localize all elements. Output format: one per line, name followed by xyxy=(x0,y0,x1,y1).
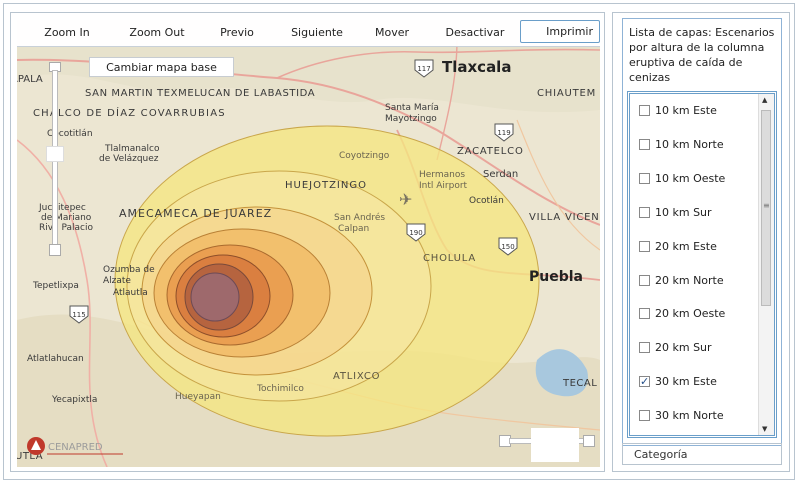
label-tochimilco: Tochimilco xyxy=(256,384,304,394)
layer-item[interactable]: 20 km Norte xyxy=(639,273,724,289)
svg-text:115: 115 xyxy=(72,311,85,319)
basemap-button[interactable]: Cambiar mapa base xyxy=(89,57,234,77)
layer-label: 10 km Este xyxy=(655,104,717,117)
layer-checkbox[interactable] xyxy=(639,240,650,252)
layer-label: 10 km Norte xyxy=(655,138,724,151)
transparency-slider-thumb[interactable] xyxy=(531,428,579,462)
layer-list-title: Lista de capas: Escenarios por altura de… xyxy=(629,26,775,84)
layer-item[interactable]: 20 km Este xyxy=(639,239,717,255)
pan-button[interactable]: Mover xyxy=(362,23,422,43)
label-tecal: TECAL xyxy=(562,378,597,389)
label-zacatelco: ZACATELCO xyxy=(457,146,524,157)
layer-panel: Lista de capas: Escenarios por altura de… xyxy=(612,12,790,472)
label-tlalmanalco: Tlalmanalco xyxy=(104,144,160,154)
label-santa-maria: Santa María xyxy=(385,103,439,113)
layer-checkbox-checked[interactable] xyxy=(639,374,650,390)
transparency-slider-right-cap xyxy=(583,435,595,447)
layer-item[interactable]: 10 km Sur xyxy=(639,205,712,221)
map-canvas[interactable]: ✈ 117 119 190 150 115 Tlaxcala APALA SAN… xyxy=(17,20,600,467)
layer-label: 10 km Oeste xyxy=(655,172,726,185)
label-tepetlixpa: Tepetlixpa xyxy=(32,281,79,291)
label-calpan: Calpan xyxy=(338,224,369,234)
layer-item[interactable]: 10 km Oeste xyxy=(639,171,725,187)
svg-text:119: 119 xyxy=(497,129,510,137)
layer-label: 20 km Este xyxy=(655,240,717,253)
layer-checkbox[interactable] xyxy=(639,138,650,150)
label-atlatlahucan: Atlatlahucan xyxy=(27,354,84,364)
zoom-in-button[interactable]: Zoom In xyxy=(27,23,107,43)
layer-item[interactable]: 20 km Oeste xyxy=(639,306,725,322)
layer-checkbox[interactable] xyxy=(639,172,650,184)
layer-label: 10 km Sur xyxy=(655,206,712,219)
layer-item[interactable]: 10 km Este xyxy=(639,103,717,119)
grip-icon: ≡ xyxy=(763,201,770,210)
layer-label: 30 km Norte xyxy=(655,409,724,422)
layer-checkbox[interactable] xyxy=(639,307,650,319)
layer-list-scrollbar[interactable]: ▲ ≡ ▼ xyxy=(758,94,774,435)
print-button[interactable]: Imprimir xyxy=(520,20,600,43)
layer-checkbox[interactable] xyxy=(639,341,650,353)
layer-label: 20 km Norte xyxy=(655,274,724,287)
label-chiautem: CHIAUTEM xyxy=(537,88,596,99)
previous-button[interactable]: Previo xyxy=(207,23,267,43)
layer-item[interactable]: 10 km Norte xyxy=(639,137,724,153)
label-huejotzingo: HUEJOTZINGO xyxy=(285,180,367,191)
label-chalco: CHALCO DE DÍAZ COVARRUBIAS xyxy=(33,106,226,119)
ash-core xyxy=(190,272,240,322)
svg-text:190: 190 xyxy=(409,229,422,237)
label-velazquez: de Velázquez xyxy=(99,154,159,164)
label-coyotzingo: Coyotzingo xyxy=(339,151,390,161)
scroll-down-arrow-icon[interactable]: ▼ xyxy=(762,425,767,433)
deactivate-button[interactable]: Desactivar xyxy=(430,23,520,43)
map-viewport[interactable]: ✈ 117 119 190 150 115 Tlaxcala APALA SAN… xyxy=(17,20,600,467)
label-puebla: Puebla xyxy=(529,269,583,285)
layer-item[interactable]: 30 km Norte xyxy=(639,408,724,424)
layer-item[interactable]: 20 km Sur xyxy=(639,340,712,356)
label-hueyapan: Hueyapan xyxy=(175,392,221,402)
label-hermanos: Hermanos xyxy=(419,170,465,180)
layer-checkbox[interactable] xyxy=(639,104,650,116)
label-mayotzingo: Mayotzingo xyxy=(385,114,437,124)
label-alzate: Alzate xyxy=(103,276,131,286)
label-tlaxcala: Tlaxcala xyxy=(442,58,511,76)
label-serdan: Serdan xyxy=(483,169,518,180)
zoom-slider[interactable] xyxy=(46,62,64,258)
svg-text:117: 117 xyxy=(417,65,430,73)
layer-list[interactable]: 10 km Este 10 km Norte 10 km Oeste 10 km… xyxy=(627,91,777,438)
label-atlixco: ATLIXCO xyxy=(333,371,380,382)
svg-text:150: 150 xyxy=(501,243,514,251)
layer-item[interactable]: 30 km Este xyxy=(639,374,717,390)
layer-list-container: Lista de capas: Escenarios por altura de… xyxy=(622,18,782,446)
label-cholula: CHOLULA xyxy=(423,253,476,264)
scroll-up-arrow-icon[interactable]: ▲ xyxy=(762,96,767,104)
label-ocotlan: Ocotlán xyxy=(469,196,504,206)
zoom-slider-bottom-cap xyxy=(49,244,61,256)
label-villa-vicen: VILLA VICEN xyxy=(529,212,600,223)
label-yecapixtla: Yecapixtla xyxy=(51,395,97,405)
label-apala: APALA xyxy=(17,74,43,85)
layer-label: 20 km Oeste xyxy=(655,307,726,320)
airport-icon: ✈ xyxy=(399,190,412,209)
zoom-slider-thumb[interactable] xyxy=(46,146,64,162)
ash-fall-rings xyxy=(114,125,540,437)
layer-checkbox[interactable] xyxy=(639,206,650,218)
category-tab[interactable]: Categoría xyxy=(622,443,782,465)
map-panel: ✈ 117 119 190 150 115 Tlaxcala APALA SAN… xyxy=(10,12,605,472)
svg-text:CENAPRED: CENAPRED xyxy=(48,442,103,453)
label-amecameca: AMECAMECA DE JUAREZ xyxy=(119,207,272,220)
layer-checkbox[interactable] xyxy=(639,409,650,421)
label-juchitepec: Juchitepec xyxy=(38,203,86,213)
label-san-andres: San Andrés xyxy=(334,212,385,223)
label-intl-airport: Intl Airport xyxy=(419,181,468,191)
label-san-martin: SAN MARTIN TEXMELUCAN DE LABASTIDA xyxy=(85,88,315,99)
layer-checkbox[interactable] xyxy=(639,274,650,286)
zoom-out-button[interactable]: Zoom Out xyxy=(113,23,201,43)
layer-label: 30 km Este xyxy=(655,375,717,388)
label-ozumba: Ozumba de xyxy=(103,265,155,275)
layer-label: 20 km Sur xyxy=(655,341,712,354)
scrollbar-thumb[interactable]: ≡ xyxy=(761,110,771,306)
map-toolbar: Zoom In Zoom Out Previo Siguiente Mover … xyxy=(17,20,600,47)
next-button[interactable]: Siguiente xyxy=(275,23,359,43)
label-atlautla: Atlautla xyxy=(113,288,148,298)
